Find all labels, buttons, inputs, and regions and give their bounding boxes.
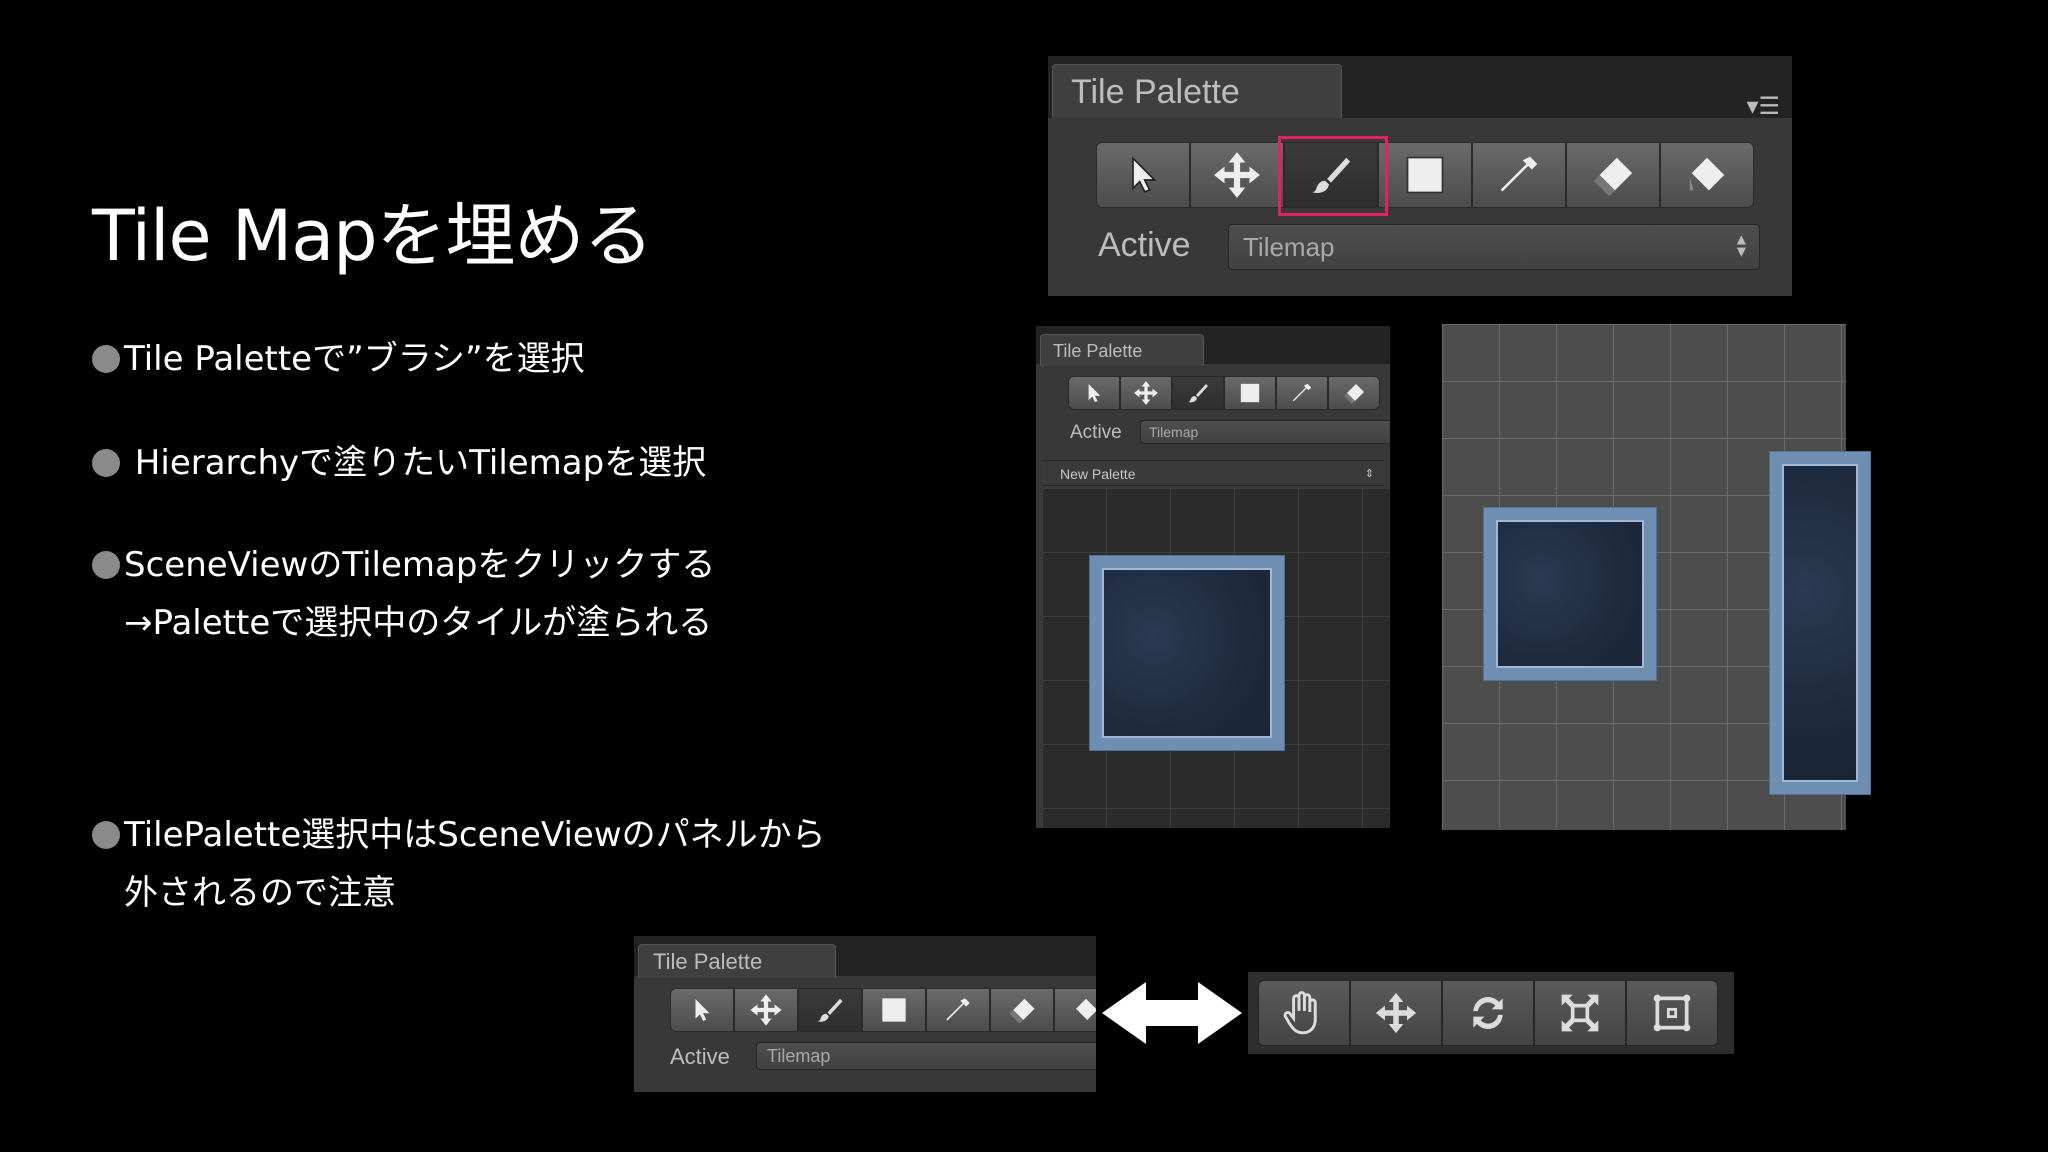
tab-bar: Tile Palette ▾☰	[1048, 56, 1792, 120]
active-label: Active	[670, 1044, 730, 1069]
bullet-3: SceneViewのTilemapをクリックする →Paletteで選択中のタイ…	[92, 536, 715, 652]
dropdown-arrows-icon: ▲ ▼	[1733, 231, 1749, 261]
active-tilemap-select[interactable]: Tilemap ▲ ▼	[1228, 224, 1760, 270]
move-tool-button[interactable]	[1190, 142, 1284, 208]
move-tool-button[interactable]	[734, 988, 798, 1032]
picker-tool-button[interactable]	[1276, 376, 1328, 410]
tool-bar	[670, 988, 1096, 1032]
move-icon	[1375, 992, 1417, 1034]
eraser-tool-button[interactable]	[1328, 376, 1380, 410]
tile-palette-panel-mid: Tile Palette Active Tilemap New Palette …	[1036, 326, 1390, 828]
picker-icon	[1500, 156, 1538, 192]
tool-bar	[1096, 142, 1754, 208]
brush-tool-button[interactable]	[798, 988, 862, 1032]
bullet-text-continued: 外されるので注意	[124, 873, 396, 913]
eraser-icon	[1593, 157, 1633, 197]
select-icon	[1132, 156, 1157, 193]
double-arrow-icon	[1102, 982, 1242, 1044]
active-tilemap-select[interactable]: Tilemap	[756, 1042, 1096, 1070]
painted-tile-partial[interactable]	[1770, 452, 1870, 794]
brush-icon	[1188, 384, 1208, 403]
picker-icon	[1292, 383, 1312, 402]
active-tilemap-select[interactable]: Tilemap	[1140, 420, 1390, 444]
box-fill-icon	[882, 998, 906, 1022]
scene-view-toolbar	[1248, 972, 1734, 1054]
active-label: Active	[1070, 422, 1122, 443]
tile-palette-panel-main: Tile Palette ▾☰ Active Tilemap ▲ ▼	[1048, 56, 1792, 296]
picker-tool-button[interactable]	[1472, 142, 1566, 208]
bullet-4: TilePalette選択中はSceneViewのパネルから 外されるので注意	[92, 806, 826, 922]
select-tool-button[interactable]	[1068, 376, 1120, 410]
active-tilemap-value: Tilemap	[1243, 232, 1335, 262]
move-icon	[1214, 152, 1260, 198]
hand-icon	[1283, 991, 1317, 1035]
fill-icon	[1076, 998, 1096, 1020]
tab-tile-palette[interactable]: Tile Palette	[1052, 64, 1342, 118]
move-tool-button[interactable]	[1350, 980, 1442, 1046]
picker-tool-button[interactable]	[926, 988, 990, 1032]
picker-icon	[946, 998, 970, 1021]
dropdown-arrows-icon: ⇕	[1364, 468, 1374, 480]
active-label: Active	[1098, 226, 1191, 264]
fill-tool-button[interactable]	[1054, 988, 1096, 1032]
box-fill-tool-button[interactable]	[1378, 142, 1472, 208]
bullet-dot	[92, 345, 120, 373]
move-tool-button[interactable]	[1120, 376, 1172, 410]
box-fill-icon	[1240, 383, 1260, 403]
active-tilemap-value: Tilemap	[767, 1046, 831, 1066]
rect-icon	[1653, 994, 1691, 1032]
panel-menu-icon[interactable]: ▾☰	[1746, 92, 1780, 120]
bullet-2: Hierarchyで塗りたいTilemapを選択	[92, 434, 706, 492]
eraser-tool-button[interactable]	[990, 988, 1054, 1032]
select-tool-button[interactable]	[670, 988, 734, 1032]
scene-view-grid[interactable]	[1442, 324, 1870, 830]
hand-tool-button[interactable]	[1258, 980, 1350, 1046]
box-fill-tool-button[interactable]	[1224, 376, 1276, 410]
eraser-icon	[1009, 998, 1035, 1024]
fill-tool-button[interactable]	[1660, 142, 1754, 208]
select-icon	[695, 999, 710, 1021]
rect-tool-button[interactable]	[1626, 980, 1718, 1046]
bullet-dot	[92, 821, 120, 849]
palette-select-value: New Palette	[1060, 466, 1136, 482]
select-tool-button[interactable]	[1096, 142, 1190, 208]
bullet-text-continued: →Paletteで選択中のタイルが塗られる	[124, 603, 713, 643]
bullet-1: Tile Paletteで”ブラシ”を選択	[92, 330, 585, 388]
tab-tile-palette[interactable]: Tile Palette	[1040, 334, 1204, 366]
painted-tile[interactable]	[1484, 508, 1656, 680]
move-icon	[750, 994, 782, 1026]
brush-icon	[817, 998, 843, 1022]
bullet-text: Tile Paletteで”ブラシ”を選択	[124, 339, 585, 379]
box-fill-tool-button[interactable]	[862, 988, 926, 1032]
select-icon	[1088, 384, 1101, 402]
bullet-text: TilePalette選択中はSceneViewのパネルから	[124, 815, 826, 855]
tool-bar	[1068, 376, 1380, 410]
palette-tile[interactable]	[1090, 556, 1284, 750]
move-icon	[1134, 381, 1158, 405]
bullet-text: Hierarchyで塗りたいTilemapを選択	[124, 443, 707, 483]
brush-selection-highlight	[1278, 136, 1388, 216]
eraser-tool-button[interactable]	[1566, 142, 1660, 208]
tab-bar: Tile Palette	[634, 936, 1096, 978]
rotate-icon	[1473, 997, 1503, 1029]
tile-palette-panel-bottom: Tile Palette Active Tilemap	[634, 936, 1096, 1092]
tab-bar: Tile Palette	[1036, 326, 1390, 366]
bullet-dot	[92, 551, 120, 579]
palette-select[interactable]: New Palette ⇕	[1042, 460, 1384, 486]
bullet-dot	[92, 449, 120, 477]
active-tilemap-value: Tilemap	[1149, 424, 1199, 440]
slide-title: Tile Mapを埋める	[92, 195, 654, 277]
rotate-tool-button[interactable]	[1442, 980, 1534, 1046]
fill-icon	[1689, 157, 1725, 191]
tab-tile-palette[interactable]: Tile Palette	[638, 944, 836, 978]
brush-tool-button[interactable]	[1172, 376, 1224, 410]
bullet-text: SceneViewのTilemapをクリックする	[124, 545, 716, 585]
box-fill-icon	[1406, 156, 1444, 194]
eraser-icon	[1344, 384, 1364, 404]
scale-tool-button[interactable]	[1534, 980, 1626, 1046]
scale-icon	[1561, 994, 1599, 1032]
